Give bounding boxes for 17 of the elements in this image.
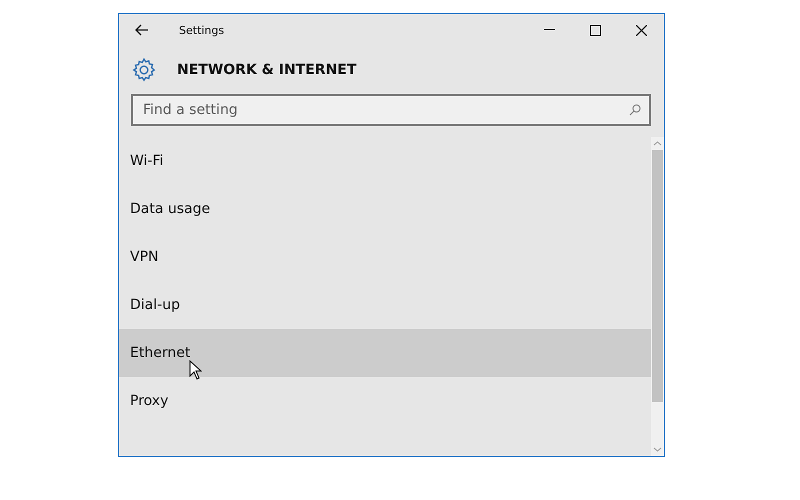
close-icon xyxy=(636,24,646,36)
search-icon xyxy=(629,104,641,116)
menu-item[interactable]: VPN xyxy=(119,233,651,281)
maximize-icon xyxy=(590,24,600,36)
menu-item[interactable]: Data usage xyxy=(119,185,651,233)
menu-item[interactable]: Wi-Fi xyxy=(119,137,651,185)
menu-item[interactable]: Ethernet xyxy=(119,329,651,377)
mouse-pointer-icon xyxy=(189,360,202,380)
back-arrow-icon xyxy=(135,24,149,36)
minimize-icon xyxy=(544,29,554,31)
menu-item[interactable]: Dial-up xyxy=(119,281,651,329)
window-title: Settings xyxy=(179,24,226,36)
page-heading: NETWORK & INTERNET xyxy=(177,62,356,78)
scrollbar[interactable] xyxy=(651,137,664,456)
search-field[interactable]: Find a setting xyxy=(131,94,651,126)
settings-icon xyxy=(131,57,157,83)
menu-item[interactable]: Proxy xyxy=(119,377,651,425)
